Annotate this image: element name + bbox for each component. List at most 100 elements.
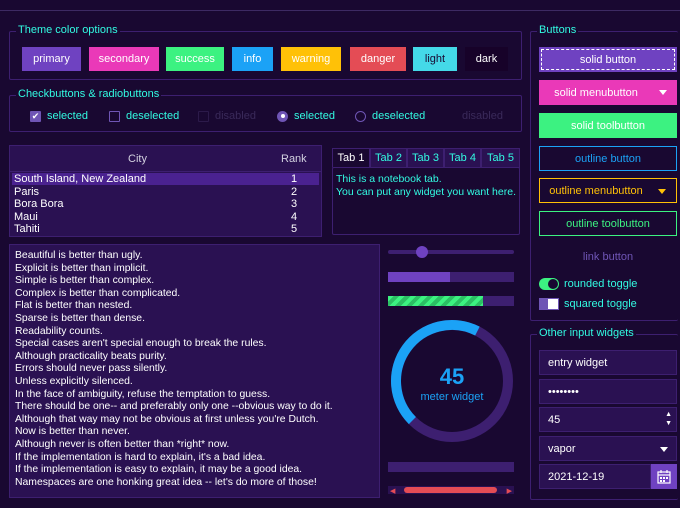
tab-5[interactable]: Tab 5: [481, 148, 520, 168]
rounded-toggle-switch[interactable]: [539, 278, 559, 290]
tab-2[interactable]: Tab 2: [370, 148, 407, 168]
scroll-left-icon[interactable]: ◀: [390, 487, 395, 495]
checkbox-checked-icon: ✔: [30, 110, 41, 122]
progressbar-2: [388, 296, 514, 306]
text-line: Although never is often better than *rig…: [15, 438, 230, 450]
meter-label: meter widget: [420, 391, 484, 403]
chevron-down-icon: [658, 189, 666, 194]
text-line: Although practicality beats purity.: [15, 350, 167, 362]
squared-toggle-label: squared toggle: [564, 298, 637, 310]
progressbar-3: [388, 462, 514, 472]
checkbox-disabled-icon: [198, 110, 209, 122]
spinbox-field[interactable]: 45 ▲ ▼: [539, 407, 677, 432]
column-header-rank[interactable]: Rank: [281, 153, 307, 165]
radio-label: disabled: [462, 110, 503, 122]
outline-menubutton[interactable]: outline menubutton: [539, 178, 677, 203]
text-line: In the face of ambiguity, refuse the tem…: [15, 388, 271, 400]
inputs-title: Other input widgets: [537, 327, 636, 339]
combobox-field[interactable]: vapor: [539, 436, 677, 461]
progressbar-2-fill: [388, 296, 483, 306]
chevron-down-icon[interactable]: [660, 447, 668, 452]
scrollbar-horizontal[interactable]: ◀ ▶: [388, 486, 514, 495]
swatch-info[interactable]: info: [232, 47, 273, 71]
notebook-text-line: This is a notebook tab.: [336, 173, 442, 185]
password-field[interactable]: ••••••••: [539, 379, 677, 404]
chevron-down-icon: [659, 90, 667, 95]
cell-rank: 1: [291, 173, 298, 185]
cell-city: Maui: [14, 210, 38, 223]
scroll-right-icon[interactable]: ▶: [507, 487, 512, 495]
cell-city: South Island, New Zealand: [14, 173, 147, 185]
cell-city: Paris: [14, 185, 40, 198]
city-table[interactable]: City Rank South Island, New Zealand 1 Pari…: [9, 145, 322, 237]
text-line: If the implementation is hard to explain…: [15, 451, 266, 463]
radio-selected[interactable]: selected: [277, 110, 335, 122]
slider-track[interactable]: [388, 250, 514, 254]
radio-label: deselected: [372, 110, 426, 122]
cell-rank: 5: [291, 223, 298, 235]
text-line: Namespaces are one honking great idea --…: [15, 476, 317, 488]
checkbox-deselected[interactable]: deselected: [109, 110, 179, 122]
cell-rank: 2: [291, 185, 298, 198]
text-line: Complex is better than complicated.: [15, 287, 181, 299]
slider-thumb[interactable]: [416, 246, 429, 258]
tab-3[interactable]: Tab 3: [407, 148, 444, 168]
text-line: Special cases aren't special enough to b…: [15, 338, 267, 350]
table-row[interactable]: Tahiti 5: [12, 223, 319, 235]
theme-color-title: Theme color options: [16, 24, 120, 36]
text-line: Now is better than never.: [15, 426, 130, 438]
checkbox-label: selected: [47, 110, 88, 122]
swatch-light[interactable]: light: [413, 47, 457, 71]
swatch-dark[interactable]: dark: [465, 47, 508, 71]
cell-rank: 3: [291, 198, 298, 210]
checkbox-selected[interactable]: ✔ selected: [30, 110, 88, 122]
text-line: If the implementation is easy to explain…: [15, 464, 303, 476]
text-line: Sparse is better than dense.: [15, 312, 145, 324]
text-line: Flat is better than nested.: [15, 300, 133, 312]
table-row[interactable]: Paris 2: [12, 186, 319, 198]
radio-deselected[interactable]: deselected: [355, 110, 425, 122]
scrollbar-thumb[interactable]: [404, 487, 497, 493]
squared-toggle[interactable]: squared toggle: [539, 298, 637, 310]
spinbox-value: 45: [548, 413, 561, 426]
text-line: Readability counts.: [15, 325, 103, 337]
tab-4[interactable]: Tab 4: [444, 148, 481, 168]
cell-city: Tahiti: [14, 223, 40, 235]
text-line: Errors should never pass silently.: [15, 363, 168, 375]
cell-rank: 4: [291, 210, 298, 223]
spin-arrows-icon[interactable]: ▲ ▼: [665, 410, 672, 428]
checkbox-empty-icon: [109, 110, 120, 122]
swatch-warning[interactable]: warning: [281, 47, 341, 71]
progressbar-1: [388, 272, 514, 282]
combobox-value: vapor: [548, 442, 576, 455]
text-line: Simple is better than complex.: [15, 275, 155, 287]
table-row[interactable]: Bora Bora 3: [12, 198, 319, 210]
swatch-danger[interactable]: danger: [350, 47, 406, 71]
top-divider: [0, 10, 680, 11]
checkbox-label: deselected: [126, 110, 180, 122]
swatch-primary[interactable]: primary: [22, 47, 81, 71]
rounded-toggle-label: rounded toggle: [564, 278, 638, 290]
date-field[interactable]: 2021-12-19: [539, 464, 651, 489]
text-line: Although that way may not be obvious at …: [15, 413, 319, 425]
progressbar-1-fill: [388, 272, 450, 282]
table-row[interactable]: South Island, New Zealand 1: [12, 173, 319, 185]
outline-toolbutton[interactable]: outline toolbutton: [539, 211, 677, 236]
rounded-toggle[interactable]: rounded toggle: [539, 278, 637, 290]
table-row[interactable]: Maui 4: [12, 211, 319, 223]
tab-1[interactable]: Tab 1: [332, 148, 370, 168]
swatch-secondary[interactable]: secondary: [89, 47, 159, 71]
text-line: Beautiful is better than ugly.: [15, 250, 143, 261]
column-header-city[interactable]: City: [128, 153, 147, 165]
swatch-success[interactable]: success: [166, 47, 224, 71]
outline-menubutton-label: outline menubutton: [549, 184, 643, 197]
link-button[interactable]: link button: [539, 244, 677, 269]
solid-toolbutton[interactable]: solid toolbutton: [539, 113, 677, 138]
solid-menubutton[interactable]: solid menubutton: [539, 80, 677, 105]
squared-toggle-switch[interactable]: [539, 298, 559, 310]
outline-button[interactable]: outline button: [539, 146, 677, 171]
solid-button[interactable]: solid button: [539, 47, 677, 72]
calendar-button[interactable]: [651, 464, 677, 489]
entry-field[interactable]: entry widget: [539, 350, 677, 375]
zen-text-area[interactable]: Beautiful is better than ugly. Explicit i…: [9, 244, 380, 498]
